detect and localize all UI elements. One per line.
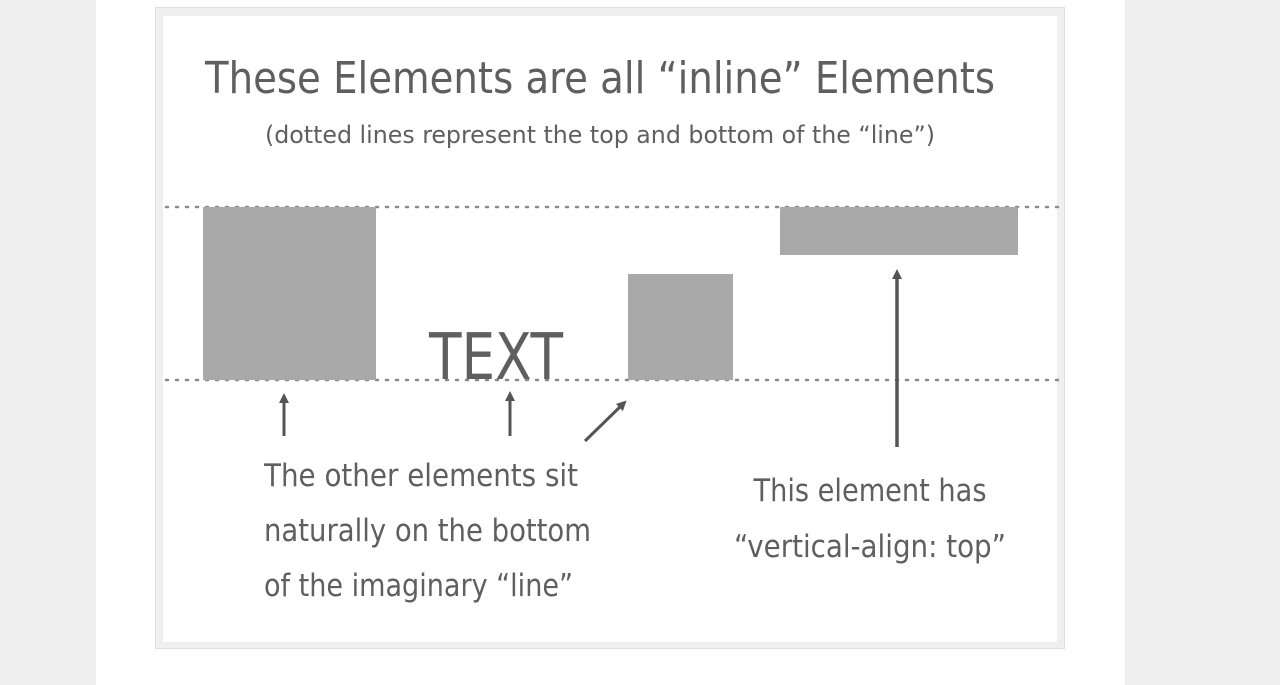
left-caption-line-2: naturally on the bottom (264, 513, 591, 549)
tall-inline-box (203, 207, 376, 380)
inline-text-label: TEXT (428, 321, 564, 395)
small-inline-box (628, 274, 733, 380)
arrow-diagonal-icon (583, 400, 627, 443)
left-caption-line-1: The other elements sit (263, 458, 578, 494)
vertical-align-diagram: These Elements are all “inline” Elements… (164, 53, 1060, 604)
top-aligned-box (780, 207, 1018, 255)
diagram-subtitle: (dotted lines represent the top and bott… (265, 121, 935, 149)
right-caption-line-2: “vertical-align: top” (734, 529, 1006, 565)
left-caption-line-3: of the imaginary “line” (264, 568, 573, 604)
diagram-title: These Elements are all “inline” Elements (204, 53, 995, 104)
right-caption-line-1: This element has (753, 473, 987, 509)
